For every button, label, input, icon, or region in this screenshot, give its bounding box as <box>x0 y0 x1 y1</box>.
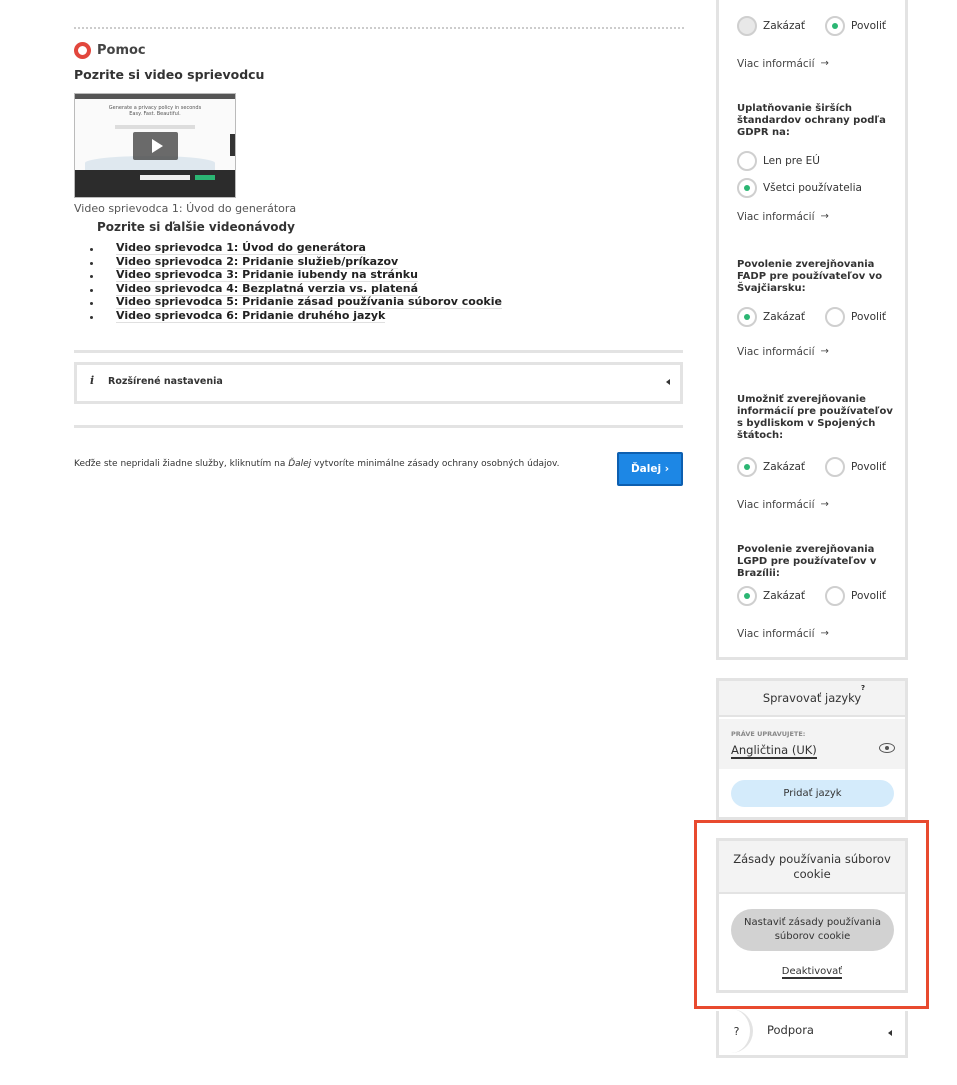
more-info-link[interactable]: Viac informácií → <box>737 499 829 511</box>
radio-option-eu: Len pre EÚ <box>737 151 820 171</box>
radio-lgpd-deny[interactable] <box>737 586 757 606</box>
thumb-button <box>195 175 215 180</box>
arrow-right-icon: → <box>820 499 829 510</box>
fadp-radio-group: Zakázať Povoliť <box>737 307 886 327</box>
arrow-right-icon: → <box>820 58 829 69</box>
section-divider <box>74 27 684 29</box>
minimal-policy-note: Keďže ste nepridali žiadne služby, klikn… <box>74 459 560 469</box>
radio-label: Zakázať <box>763 311 806 323</box>
eye-icon[interactable] <box>879 743 895 753</box>
radio-label: Zakázať <box>763 461 806 473</box>
more-videos-title: Pozrite si ďalšie videonávody <box>97 220 295 234</box>
cookie-policy-title: Zásady používania súborov cookie <box>719 841 905 894</box>
more-info-link[interactable]: Viac informácií → <box>737 58 829 70</box>
arrow-right-icon: → <box>820 346 829 357</box>
radio-fadp-deny[interactable] <box>737 307 757 327</box>
lgpd-question: Povolenie zverejňovania LGPD pre používa… <box>737 544 877 579</box>
radio-label: Všetci používatelia <box>763 182 862 194</box>
us-radio-group: Zakázať Povoliť <box>737 457 886 477</box>
more-info-link[interactable]: Viac informácií → <box>737 211 829 223</box>
info-icon: i <box>90 374 95 387</box>
add-language-button[interactable]: Pridať jazyk <box>731 780 894 807</box>
radio-top-deny[interactable] <box>737 16 757 36</box>
video-list: Video sprievodca 1: Úvod do generátora V… <box>88 241 502 323</box>
current-language-link[interactable]: Angličtina (UK) <box>731 743 817 759</box>
radio-label: Povoliť <box>851 20 887 32</box>
advanced-settings-toggle[interactable]: i Rozšírené nastavenia <box>74 362 683 404</box>
question-icon: ? <box>723 1009 753 1053</box>
gdpr-settings-panel: Zakázať Povoliť Viac informácií → Uplatňo… <box>716 0 908 660</box>
watch-video-title: Pozrite si video sprievodcu <box>74 67 265 82</box>
thumb-side-tab <box>230 134 235 156</box>
radio-label: Len pre EÚ <box>763 155 820 167</box>
radio-all-users[interactable] <box>737 178 757 198</box>
fadp-question: Povolenie zverejňovania FADP pre používa… <box>737 259 883 294</box>
video-link[interactable]: Video sprievodca 6: Pridanie druhého jaz… <box>88 308 502 323</box>
video-link[interactable]: Video sprievodca 5: Pridanie zásad použí… <box>88 295 502 310</box>
radio-fadp-allow[interactable] <box>825 307 846 327</box>
help-header: Pomoc <box>74 42 146 59</box>
gdpr-standards-question: Uplatňovanie širších štandardov ochrany … <box>737 103 886 138</box>
more-info-link[interactable]: Viac informácií → <box>737 346 829 358</box>
video-link[interactable]: Video sprievodca 3: Pridanie iubendy na … <box>88 268 502 283</box>
radio-us-allow[interactable] <box>825 457 846 477</box>
radio-option-all: Všetci používatelia <box>737 178 862 198</box>
radio-lgpd-allow[interactable] <box>825 586 846 606</box>
setup-cookie-policy-button[interactable]: Nastaviť zásady používania súborov cooki… <box>731 909 894 951</box>
arrow-right-icon: → <box>820 211 829 222</box>
video-link[interactable]: Video sprievodca 1: Úvod do generátora <box>88 241 502 255</box>
video-link[interactable]: Video sprievodca 2: Pridanie služieb/prí… <box>88 254 502 269</box>
radio-top-allow[interactable] <box>825 16 846 36</box>
support-panel[interactable]: ? Podpora <box>716 1009 908 1058</box>
more-info-link[interactable]: Viac informácií → <box>737 628 829 640</box>
thumb-headline: Generate a privacy policy in seconds Eas… <box>108 105 202 117</box>
video-thumbnail[interactable]: Generate a privacy policy in seconds Eas… <box>74 93 236 198</box>
languages-panel: Spravovať jazyky ? PRÁVE UPRAVUJETE: Ang… <box>716 678 908 820</box>
caret-left-icon <box>888 1030 892 1036</box>
radio-label: Zakázať <box>763 590 806 602</box>
radio-eu-only[interactable] <box>737 151 757 171</box>
deactivate-link[interactable]: Deaktivovať <box>781 966 843 979</box>
lgpd-radio-group: Zakázať Povoliť <box>737 586 886 606</box>
caret-left-icon <box>666 379 670 385</box>
help-icon[interactable]: ? <box>859 684 867 692</box>
current-language: PRÁVE UPRAVUJETE: Angličtina (UK) <box>719 719 905 769</box>
divider <box>74 425 683 428</box>
cookie-policy-panel: Zásady používania súborov cookie Nastavi… <box>716 838 908 993</box>
us-question: Umožniť zverejňovanie informácií pre pou… <box>737 394 893 441</box>
radio-label: Zakázať <box>763 20 806 32</box>
thumb-placeholder <box>115 125 195 129</box>
advanced-settings-label: Rozšírené nastavenia <box>108 376 223 387</box>
play-button[interactable] <box>133 132 178 160</box>
support-label: Podpora <box>767 1023 814 1037</box>
radio-label: Povoliť <box>851 590 887 602</box>
radio-label: Povoliť <box>851 311 887 323</box>
thumb-browser-bar <box>75 94 235 99</box>
deactivate-link-wrap: Deaktivovať <box>719 966 905 979</box>
radio-us-deny[interactable] <box>737 457 757 477</box>
divider <box>74 350 683 353</box>
radio-label: Povoliť <box>851 461 887 473</box>
video-caption: Video sprievodca 1: Úvod do generátora <box>74 202 297 215</box>
languages-title: Spravovať jazyky ? <box>719 681 905 717</box>
editing-caption: PRÁVE UPRAVUJETE: <box>731 730 806 738</box>
next-button[interactable]: Ďalej › <box>617 452 683 486</box>
arrow-right-icon: → <box>820 628 829 639</box>
help-title: Pomoc <box>97 43 146 58</box>
video-link[interactable]: Video sprievodca 4: Bezplatná verzia vs.… <box>88 281 502 296</box>
thumb-input <box>140 175 190 180</box>
lifebuoy-icon <box>74 42 91 59</box>
play-icon <box>151 139 163 153</box>
top-radio-group: Zakázať Povoliť <box>737 16 886 36</box>
